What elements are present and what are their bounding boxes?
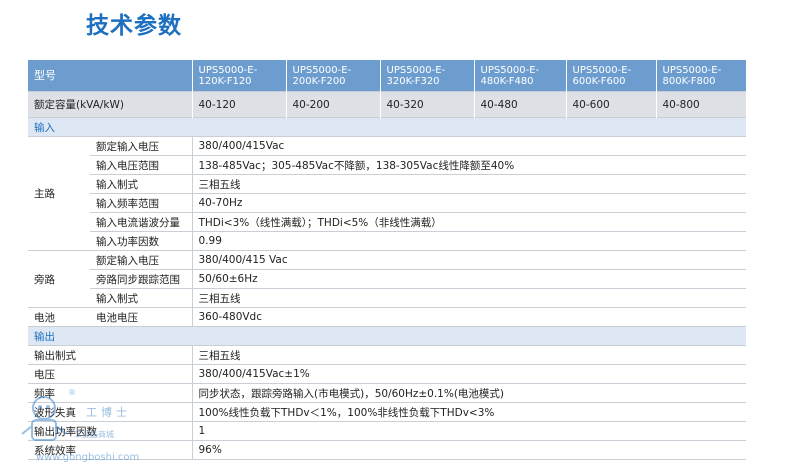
spec-table: 型号 UPS5000-E-120K-F120 UPS5000-E-200K-F2… (28, 60, 746, 460)
section-title: 输出 (28, 326, 746, 346)
row-label: 额定输入电压 (90, 250, 192, 270)
model-cell: UPS5000-E-480K-F480 (473, 60, 566, 92)
section-row-input: 输入 (28, 117, 746, 137)
row-label: 输入电流谐波分量 (90, 212, 192, 232)
row-label: 输入频率范围 (90, 193, 192, 213)
table-row: 旁路同步跟踪范围 50/60±6Hz (28, 269, 746, 289)
row-value: 100%线性负载下THDv＜1%，100%非线性负载下THDv<3% (191, 402, 746, 422)
row-value: THDi<3%（线性满载）；THDi<5%（非线性满载） (191, 212, 746, 232)
row-label: 输入功率因数 (90, 231, 192, 251)
row-label: 旁路同步跟踪范围 (90, 269, 192, 289)
model-cell: UPS5000-E-600K-F600 (565, 60, 656, 92)
row-value: 同步状态，跟踪旁路输入(市电模式)，50/60Hz±0.1%(电池模式) (191, 383, 746, 403)
group-label-bypass: 旁路 (28, 250, 90, 308)
row-label: 输入电压范围 (90, 155, 192, 175)
row-label: 电压 (28, 364, 192, 384)
table-row: 系统效率 96% (28, 440, 746, 460)
row-label: 输出制式 (28, 345, 192, 365)
table-row: 输出制式 三相五线 (28, 345, 746, 365)
row-value: 138-485Vac；305-485Vac不降额，138-305Vac线性降额至… (191, 155, 746, 175)
row-label: 电池电压 (90, 307, 192, 327)
capacity-value: 40-480 (473, 91, 566, 118)
table-row: 旁路 额定输入电压 380/400/415 Vac (28, 250, 746, 308)
page-title: 技术参数 (86, 13, 182, 39)
row-label: 输入制式 (90, 288, 192, 308)
row-value: 50/60±6Hz (191, 269, 746, 289)
table-row: 主路 额定输入电压 380/400/415Vac (28, 136, 746, 251)
table-row: 输入制式 三相五线 (28, 174, 746, 194)
table-row: 频率 同步状态，跟踪旁路输入(市电模式)，50/60Hz±0.1%(电池模式) (28, 383, 746, 403)
row-value: 三相五线 (191, 288, 746, 308)
capacity-value: 40-120 (191, 91, 286, 118)
table-row: 输入功率因数 0.99 (28, 231, 746, 251)
table-row: 输入频率范围 40-70Hz (28, 193, 746, 213)
section-title: 输入 (28, 117, 746, 137)
row-value: 1 (191, 421, 746, 441)
row-value: 0.99 (191, 231, 746, 251)
row-value: 96% (191, 440, 746, 460)
table-row: 电压 380/400/415Vac±1% (28, 364, 746, 384)
table-row: 输入制式 三相五线 (28, 288, 746, 308)
row-value: 三相五线 (191, 174, 746, 194)
row-label: 波形失真 (28, 402, 192, 422)
section-row-output: 输出 (28, 326, 746, 346)
row-label: 输入制式 (90, 174, 192, 194)
table-row: 输出功率因数 1 (28, 421, 746, 441)
model-header-label: 型号 (28, 60, 192, 92)
model-cell: UPS5000-E-800K-F800 (655, 60, 746, 92)
capacity-value: 40-600 (565, 91, 656, 118)
capacity-label: 额定容量(kVA/kW) (28, 91, 192, 118)
table-row: 输入电流谐波分量 THDi<3%（线性满载）；THDi<5%（非线性满载） (28, 212, 746, 232)
capacity-value: 40-320 (379, 91, 474, 118)
row-value: 380/400/415 Vac (191, 250, 746, 270)
capacity-value: 40-200 (285, 91, 380, 118)
model-cell: UPS5000-E-320K-F320 (379, 60, 474, 92)
row-label: 额定输入电压 (90, 136, 192, 156)
row-value: 360-480Vdc (191, 307, 746, 327)
capacity-row: 额定容量(kVA/kW) 40-120 40-200 40-320 40-480… (28, 91, 746, 118)
row-value: 40-70Hz (191, 193, 746, 213)
row-value: 380/400/415Vac (191, 136, 746, 156)
group-label-battery: 电池 (28, 307, 90, 327)
row-label: 系统效率 (28, 440, 192, 460)
group-label-main: 主路 (28, 136, 90, 251)
row-label: 频率 (28, 383, 192, 403)
table-row: 波形失真 100%线性负载下THDv＜1%，100%非线性负载下THDv<3% (28, 402, 746, 422)
model-cell: UPS5000-E-200K-F200 (285, 60, 380, 92)
capacity-value: 40-800 (655, 91, 746, 118)
model-header-row: 型号 UPS5000-E-120K-F120 UPS5000-E-200K-F2… (28, 60, 746, 92)
row-value: 380/400/415Vac±1% (191, 364, 746, 384)
row-label: 输出功率因数 (28, 421, 192, 441)
model-cell: UPS5000-E-120K-F120 (191, 60, 286, 92)
table-row: 电池 电池电压 360-480Vdc (28, 307, 746, 327)
row-value: 三相五线 (191, 345, 746, 365)
table-row: 输入电压范围 138-485Vac；305-485Vac不降额，138-305V… (28, 155, 746, 175)
